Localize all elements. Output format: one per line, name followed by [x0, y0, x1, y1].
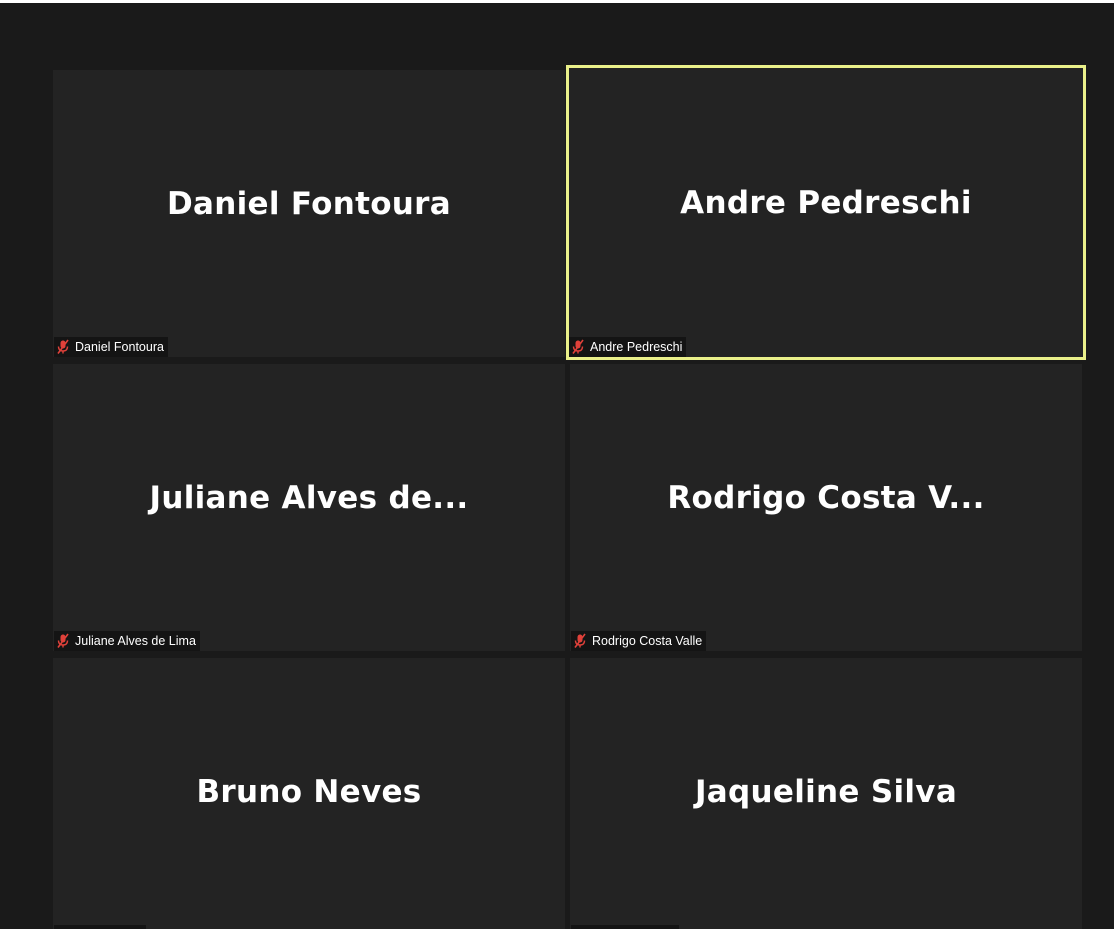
participant-tile[interactable]: Rodrigo Costa V... Rodrigo Costa Valle — [570, 364, 1082, 651]
participant-tile[interactable]: Juliane Alves de... Juliane Alves de Lim… — [53, 364, 565, 651]
participant-label: Juliane Alves de Lima — [75, 634, 196, 648]
participant-nameplate: Daniel Fontoura — [54, 337, 168, 357]
meeting-gallery-view: Daniel Fontoura Daniel Fontoura Andre Pe… — [0, 0, 1114, 929]
participant-label: Andre Pedreschi — [590, 340, 683, 354]
participant-nameplate: Juliane Alves de Lima — [54, 631, 200, 651]
participant-grid: Daniel Fontoura Daniel Fontoura Andre Pe… — [0, 0, 1114, 929]
muted-mic-icon — [56, 339, 70, 355]
participant-display-name: Juliane Alves de... — [149, 479, 469, 516]
participant-label: Rodrigo Costa Valle — [592, 634, 703, 648]
participant-nameplate: Rodrigo Costa Valle — [571, 631, 707, 651]
muted-mic-icon — [571, 339, 585, 355]
participant-display-name: Daniel Fontoura — [167, 185, 451, 222]
muted-mic-icon — [56, 633, 70, 649]
participant-tile-active-speaker[interactable]: Andre Pedreschi Andre Pedreschi — [566, 65, 1086, 360]
participant-display-name: Jaqueline Silva — [694, 773, 958, 810]
participant-tile[interactable]: Daniel Fontoura Daniel Fontoura — [53, 70, 565, 357]
participant-nameplate: Andre Pedreschi — [569, 337, 687, 357]
muted-mic-icon — [573, 633, 587, 649]
participant-label: Daniel Fontoura — [75, 340, 164, 354]
participant-nameplate — [54, 925, 146, 929]
participant-display-name: Bruno Neves — [196, 773, 422, 810]
participant-tile[interactable]: Bruno Neves — [53, 658, 565, 929]
participant-display-name: Rodrigo Costa V... — [667, 479, 985, 516]
participant-nameplate — [571, 925, 679, 929]
participant-display-name: Andre Pedreschi — [680, 184, 972, 221]
participant-tile[interactable]: Jaqueline Silva — [570, 658, 1082, 929]
